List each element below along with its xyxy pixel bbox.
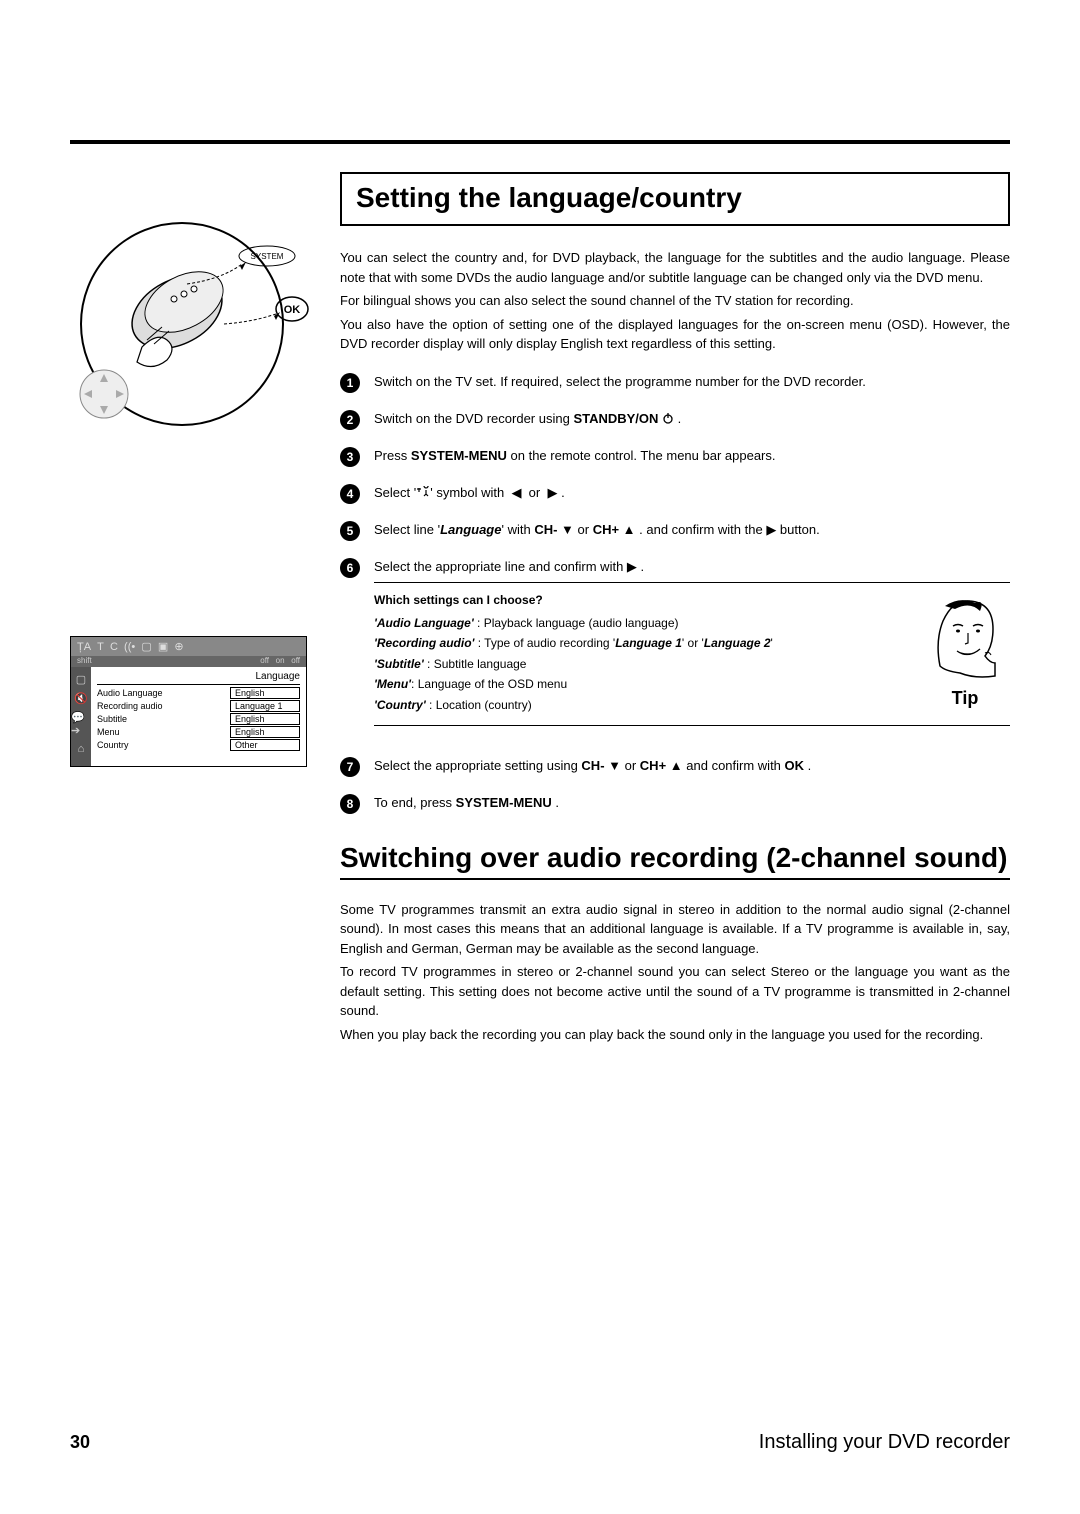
intro-p3: You also have the option of setting one … [340,315,1010,354]
footer-title: Installing your DVD recorder [759,1431,1010,1454]
step-num-icon: 3 [340,447,360,467]
step-text: Switch on the TV set. If required, selec… [374,372,1010,392]
system-label: SYSTEM [251,252,284,261]
osd-menu-screenshot: ȚA T C ((• ▢ ▣ ⊕ shiftoff on off ▢🔇💬 ➔⌂ … [70,636,307,767]
step-7: 7 Select the appropriate setting using C… [340,756,1010,777]
step-text: Press SYSTEM-MENU on the remote control.… [374,446,1010,466]
step-text: Select '' symbol with ◀ or ▶ . [374,483,1010,503]
sec2-p2: To record TV programmes in stereo or 2-c… [340,962,1010,1021]
osd-row: CountryOther [97,739,300,751]
osd-row: Recording audioLanguage 1 [97,700,300,712]
step-8: 8 To end, press SYSTEM-MENU . [340,793,1010,814]
osd-menu-header: Language [97,671,300,685]
step-text: Select the appropriate line and confirm … [374,557,1010,740]
osd-row: MenuEnglish [97,726,300,738]
osd-status-row: shiftoff on off [71,656,306,667]
step-text: Select line 'Language' with CH- ▼ or CH+… [374,520,1010,540]
step-text: Select the appropriate setting using CH-… [374,756,1010,776]
intro-p2: For bilingual shows you can also select … [340,291,1010,311]
sec2-p1: Some TV programmes transmit an extra aud… [340,900,1010,959]
step-5: 5 Select line 'Language' with CH- ▼ or C… [340,520,1010,541]
ok-label: OK [284,304,301,316]
osd-top-icons: ȚA T C ((• ▢ ▣ ⊕ [77,640,184,653]
step-1: 1 Switch on the TV set. If required, sel… [340,372,1010,393]
step-text: Switch on the DVD recorder using STANDBY… [374,409,1010,429]
step-text: To end, press SYSTEM-MENU . [374,793,1010,813]
tip-label: Tip [920,685,1010,712]
section-title: Setting the language/country [356,182,994,214]
sec2-p3: When you play back the recording you can… [340,1025,1010,1045]
step-num-icon: 4 [340,484,360,504]
section-title-box: Setting the language/country [340,172,1010,226]
page-number: 30 [70,1432,90,1453]
face-icon [925,591,1005,681]
top-rule [70,140,1010,144]
step-4: 4 Select '' symbol with ◀ or ▶ . [340,483,1010,504]
step-num-icon: 7 [340,757,360,777]
step-num-icon: 1 [340,373,360,393]
osd-row: Audio LanguageEnglish [97,687,300,699]
osd-top-bar: ȚA T C ((• ▢ ▣ ⊕ [71,637,306,656]
remote-illustration: SYSTEM OK [80,222,284,426]
power-icon [662,412,674,424]
intro-p1: You can select the country and, for DVD … [340,248,1010,287]
step-3: 3 Press SYSTEM-MENU on the remote contro… [340,446,1010,467]
step-num-icon: 2 [340,410,360,430]
page-footer: 30 Installing your DVD recorder [70,1431,1010,1454]
osd-row: SubtitleEnglish [97,713,300,725]
osd-side-icons: ▢🔇💬 ➔⌂ [71,667,91,766]
step-2: 2 Switch on the DVD recorder using STAND… [340,409,1010,430]
navpad-icon [74,364,134,424]
section-2: Switching over audio recording (2-channe… [340,842,1010,1045]
wrench-figure-icon [416,486,430,498]
step-num-icon: 5 [340,521,360,541]
tip-question: Which settings can I choose? [374,591,908,610]
intro-block: You can select the country and, for DVD … [340,248,1010,354]
ok-callout: OK [222,294,322,344]
step-num-icon: 8 [340,794,360,814]
step-num-icon: 6 [340,558,360,578]
section2-title: Switching over audio recording (2-channe… [340,842,1010,880]
tip-face: Tip [920,591,1010,717]
step-6: 6 Select the appropriate line and confir… [340,557,1010,740]
tip-box: Which settings can I choose? 'Audio Lang… [374,582,1010,726]
